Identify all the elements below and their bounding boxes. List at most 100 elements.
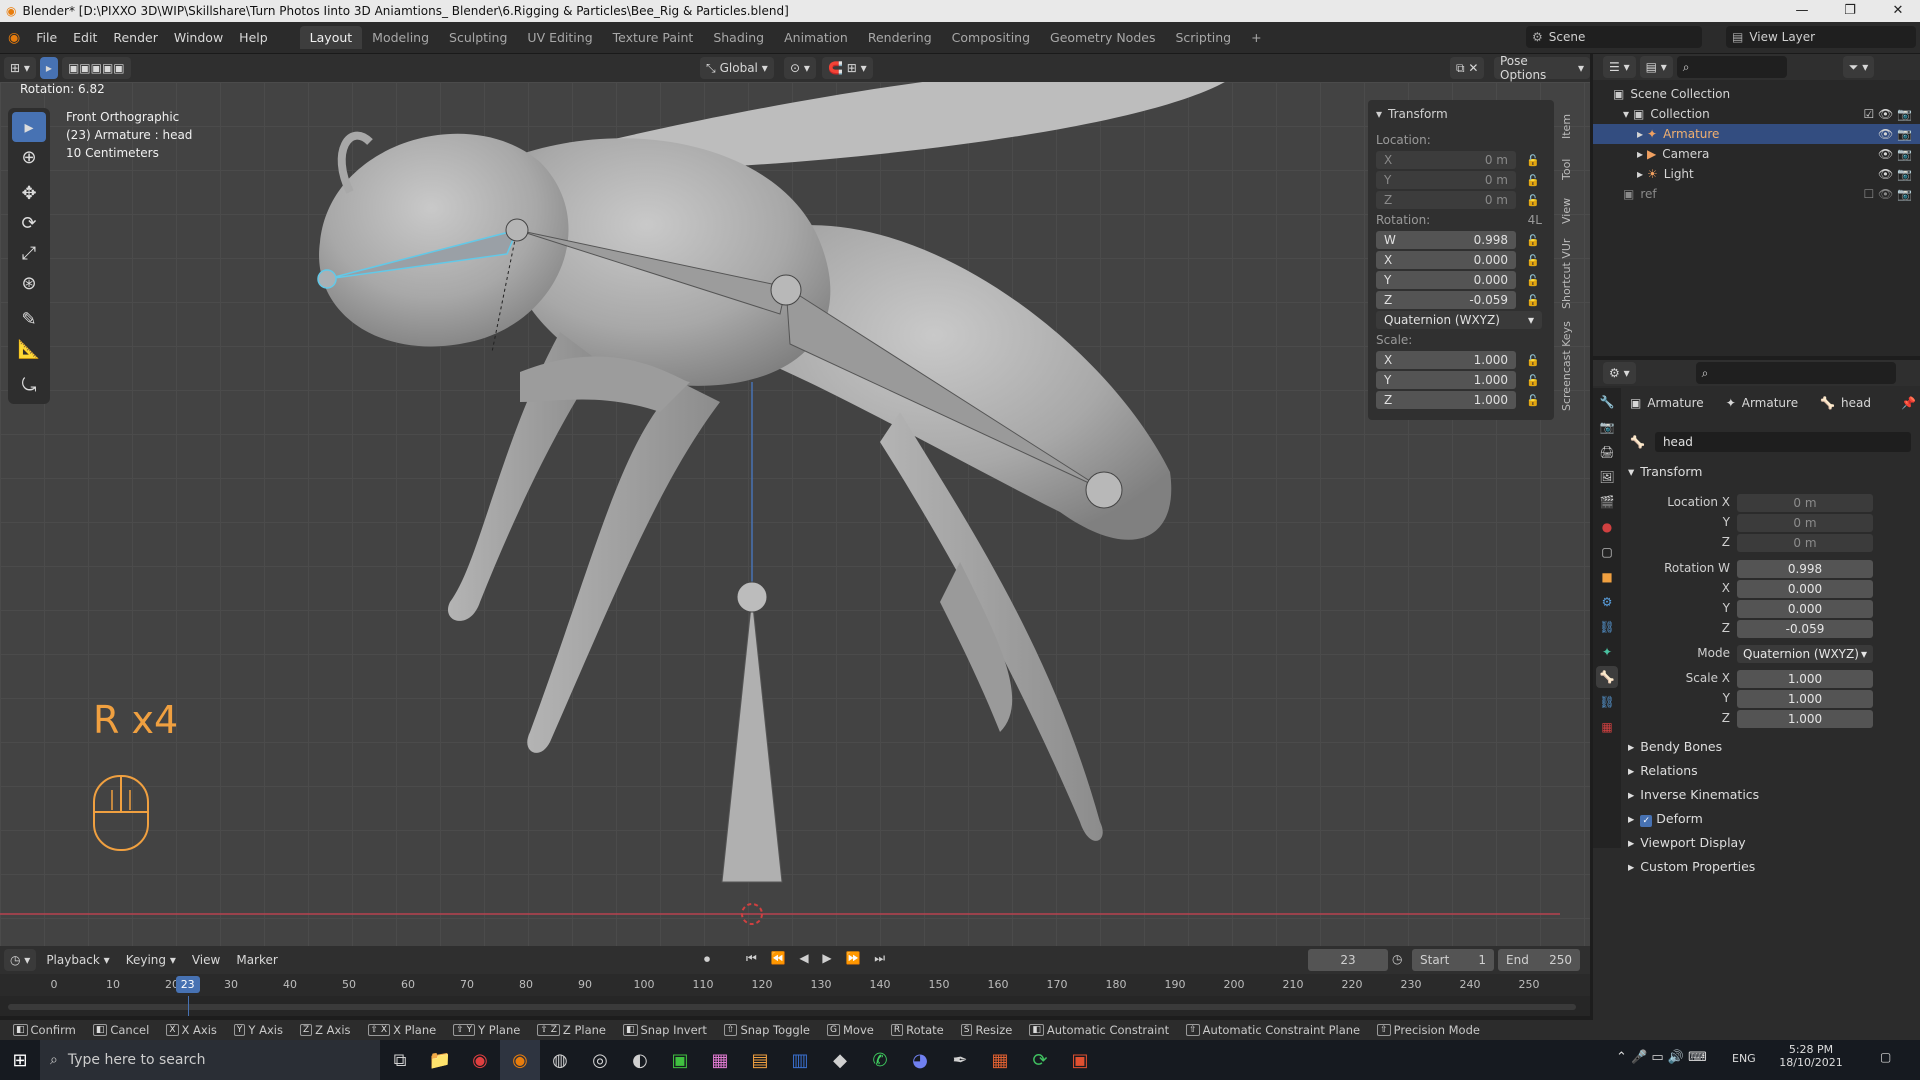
modifier-props-icon[interactable]: ⚙ [1596, 591, 1618, 613]
xray-toggle[interactable]: ⧉ ✕ [1450, 57, 1485, 79]
task-view-icon[interactable]: ⧉ [380, 1040, 420, 1080]
outliner-row-armature[interactable]: ▸ ✦ Armature 👁 📷 [1593, 124, 1920, 144]
section-deform[interactable]: ▸ ✓ Deform [1628, 811, 1703, 827]
game-icon[interactable]: ◆ [820, 1040, 860, 1080]
tab-tool[interactable]: Tool [1560, 152, 1582, 186]
prop-location-x-field[interactable]: 0 m [1737, 494, 1873, 512]
select-mode-icon[interactable]: ▸ [39, 57, 58, 79]
pen-tool-icon[interactable]: ✒ [940, 1040, 980, 1080]
tab-view[interactable]: View [1560, 194, 1582, 228]
prop-scale-z-field[interactable]: 1.000 [1737, 710, 1873, 728]
transform-panel-header[interactable]: ▾ Transform [1376, 104, 1546, 124]
end-frame-field[interactable]: End 250 [1498, 949, 1580, 971]
transform-tool-icon[interactable]: ⊛ [12, 268, 46, 298]
view-layer-selector[interactable]: ▤ View Layer [1726, 26, 1916, 48]
lock-icon[interactable]: 🔓 [1526, 354, 1540, 367]
lock-icon[interactable]: 🔓 [1526, 234, 1540, 247]
prop-location-y-field[interactable]: 0 m [1737, 514, 1873, 532]
breadcrumb-bone[interactable]: head [1841, 396, 1871, 410]
3d-viewport[interactable]: Rotation: 6.82 Front Orthographic (23) A… [0, 82, 1590, 946]
visibility-icons[interactable]: ☑ 👁 📷 [1863, 107, 1912, 121]
bone-roll-tool-icon[interactable]: ⤿ [12, 370, 46, 400]
outliner-row-scene-collection[interactable]: ▣ Scene Collection [1593, 84, 1920, 104]
scale-y-field[interactable]: Y 1.000 [1376, 371, 1516, 389]
tool-settings-icon[interactable]: 🔧 [1596, 391, 1618, 413]
tab-rendering[interactable]: Rendering [858, 26, 942, 49]
lock-icon[interactable]: 🔓 [1526, 154, 1540, 167]
display-mode-button[interactable]: ☰ ▾ [1603, 56, 1636, 78]
armature-data-icon[interactable]: ✦ [1596, 641, 1618, 663]
outliner-row-camera[interactable]: ▸ ▶ Camera 👁 📷 [1593, 144, 1920, 164]
visibility-icons[interactable]: 👁 📷 [1878, 147, 1912, 161]
obs-icon[interactable]: ◎ [580, 1040, 620, 1080]
tab-shading[interactable]: Shading [703, 26, 774, 49]
menu-playback[interactable]: Playback ▾ [40, 949, 115, 971]
prop-scale-x-field[interactable]: 1.000 [1737, 670, 1873, 688]
playback-controls[interactable]: ⏮ ⏪ ◀ ▶ ⏩ ⏭ [746, 951, 890, 966]
outliner-search-input[interactable]: ⌕ [1676, 56, 1787, 78]
blender-menu-icon[interactable]: ◉ [0, 30, 28, 46]
prop-scale-y-field[interactable]: 1.000 [1737, 690, 1873, 708]
prop-rotation-y-field[interactable]: 0.000 [1737, 600, 1873, 618]
language-indicator[interactable]: ENG [1732, 1052, 1756, 1065]
location-y-field[interactable]: Y 0 m [1376, 171, 1516, 189]
current-frame-field[interactable]: 23 [1308, 949, 1388, 971]
lock-icon[interactable]: 🔓 [1526, 374, 1540, 387]
transform-section-header[interactable]: ▾ Transform [1628, 464, 1702, 479]
prop-rotation-z-field[interactable]: -0.059 [1737, 620, 1873, 638]
scene-props-icon[interactable]: 🎬 [1596, 491, 1618, 513]
start-frame-field[interactable]: Start 1 [1412, 949, 1494, 971]
taskbar-search[interactable]: ⌕ Type here to search [40, 1040, 380, 1080]
tab-animation[interactable]: Animation [774, 26, 858, 49]
section-relations[interactable]: ▸ Relations [1628, 763, 1698, 778]
breadcrumb-data[interactable]: Armature [1742, 396, 1798, 410]
tab-modeling[interactable]: Modeling [362, 26, 439, 49]
lock-icon[interactable]: 🔓 [1526, 194, 1540, 207]
timeline-body[interactable] [0, 996, 1590, 1016]
tab-shortcut-vur[interactable]: Shortcut VUr [1560, 238, 1582, 310]
output-props-icon[interactable]: 🖨 [1596, 441, 1618, 463]
menu-help[interactable]: Help [231, 30, 276, 45]
rotation-mode-select[interactable]: Quaternion (WXYZ) ▾ [1737, 645, 1873, 663]
tab-uv-editing[interactable]: UV Editing [517, 26, 602, 49]
tab-texture-paint[interactable]: Texture Paint [603, 26, 704, 49]
render-props-icon[interactable]: 📷 [1596, 416, 1618, 438]
prop-rotation-w-field[interactable]: 0.998 [1737, 560, 1873, 578]
davinci-icon[interactable]: ◍ [540, 1040, 580, 1080]
red-app-icon[interactable]: ▣ [1060, 1040, 1100, 1080]
clock-icon[interactable]: ◷ [1392, 952, 1402, 966]
timeline-editor-type[interactable]: ◷ ▾ [4, 949, 37, 971]
texture-props-icon[interactable]: ▦ [1596, 716, 1618, 738]
outliner-row-light[interactable]: ▸ ☀ Light 👁 📷 [1593, 164, 1920, 184]
add-workspace-button[interactable]: + [1241, 26, 1271, 49]
file-explorer-icon[interactable]: 📁 [420, 1040, 460, 1080]
visibility-icons[interactable]: 👁 📷 [1878, 127, 1912, 141]
scale-tool-icon[interactable]: ⤢ [12, 238, 46, 268]
chrome-icon[interactable]: ◉ [460, 1040, 500, 1080]
tab-layout[interactable]: Layout [299, 26, 363, 49]
bone-root[interactable] [721, 596, 783, 883]
menu-marker[interactable]: Marker [230, 949, 283, 971]
rotation-mode-dropdown[interactable]: Quaternion (WXYZ) ▾ [1376, 311, 1542, 329]
section-viewport-display[interactable]: ▸ Viewport Display [1628, 835, 1746, 850]
bone-joint-abdomen[interactable] [1085, 471, 1123, 509]
object-props-icon[interactable]: ■ [1596, 566, 1618, 588]
lock-icon[interactable]: 🔓 [1526, 294, 1540, 307]
blender-taskbar-icon[interactable]: ◉ [500, 1040, 540, 1080]
clock[interactable]: 5:28 PM 18/10/2021 [1776, 1043, 1846, 1069]
tab-screencast-keys[interactable]: Screencast Keys [1560, 320, 1582, 412]
tab-compositing[interactable]: Compositing [942, 26, 1040, 49]
deform-checkbox[interactable]: ✓ [1640, 815, 1653, 827]
outliner-row-collection[interactable]: ▾ ▣ Collection ☑ 👁 📷 [1593, 104, 1920, 124]
snap-toggle[interactable]: 🧲 ⊞ ▾ [822, 57, 873, 79]
bone-props-icon[interactable]: 🦴 [1596, 666, 1618, 688]
maximize-button[interactable]: ❐ [1828, 0, 1872, 22]
bone-constraint-icon[interactable]: ⛓ [1596, 691, 1618, 713]
visibility-icons[interactable]: 👁 📷 [1878, 167, 1912, 181]
menu-render[interactable]: Render [105, 30, 166, 45]
system-tray-icons[interactable]: ⌃ 🎤 ▭ 🔊 ⌨ [1616, 1050, 1707, 1065]
rotation-x-field[interactable]: X 0.000 [1376, 251, 1516, 269]
close-button[interactable]: ✕ [1876, 0, 1920, 22]
selection-modes[interactable]: ▣▣▣▣▣ [61, 57, 131, 79]
bone-joint-head[interactable] [505, 218, 529, 242]
